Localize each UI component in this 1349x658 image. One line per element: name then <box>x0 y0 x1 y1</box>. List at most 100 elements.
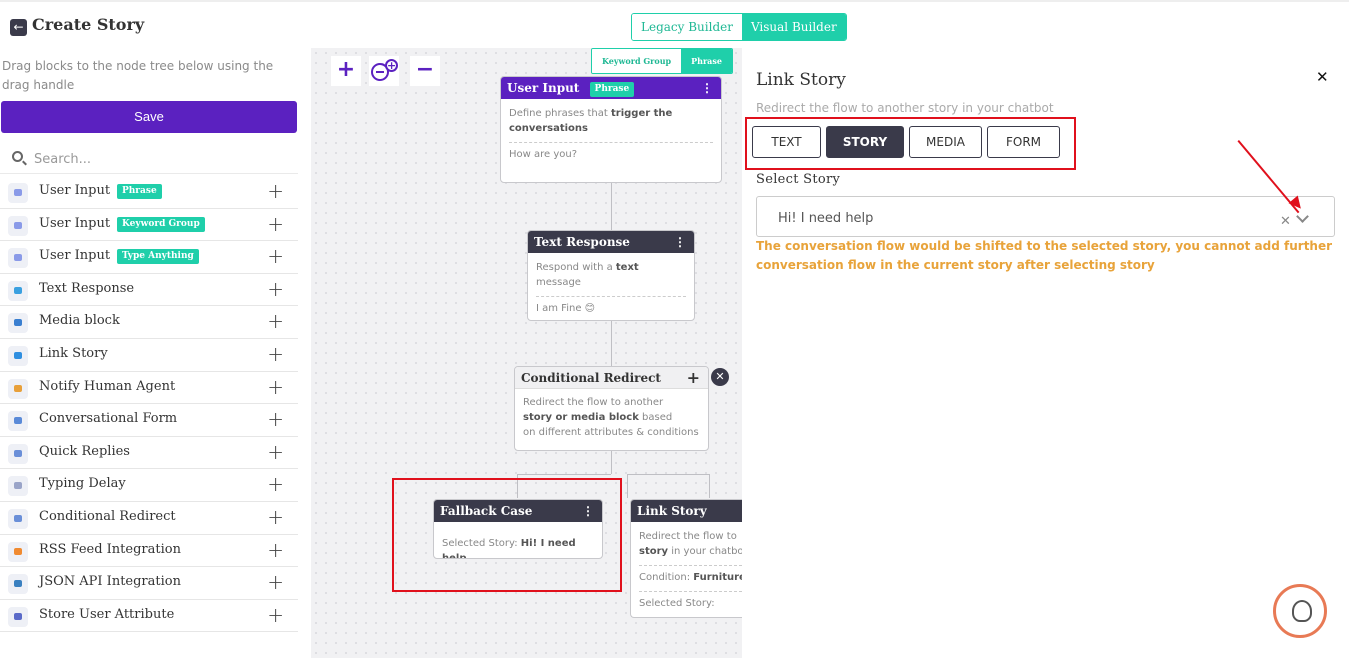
block-label: JSON API Integration <box>39 574 181 590</box>
connector-line <box>709 474 710 498</box>
block-label: User Input <box>39 215 111 231</box>
block-item-link-story[interactable]: Link Story + <box>0 339 298 372</box>
add-plus-icon[interactable]: + <box>267 309 284 333</box>
node-line: Redirect the flow to another <box>523 397 664 408</box>
zoom-add-icon: + <box>385 59 398 72</box>
user-input-node[interactable]: User Input Phrase ⋮ Define phrases that … <box>500 76 722 183</box>
node-title: Conditional Redirect <box>521 371 661 385</box>
flow-canvas[interactable]: + + − Keyword Group Phrase User Input Ph… <box>311 48 743 658</box>
close-icon[interactable]: ✕ <box>1316 68 1329 86</box>
node-description: Respond with a text message <box>536 262 639 288</box>
support-agent-icon[interactable] <box>1273 584 1327 638</box>
add-plus-icon[interactable]: + <box>687 367 700 389</box>
node-title: Text Response <box>534 235 630 249</box>
quick-replies-icon <box>8 443 28 464</box>
add-plus-icon[interactable]: + <box>267 277 284 301</box>
add-plus-icon[interactable]: + <box>267 244 284 268</box>
link-story-panel: Link Story ✕ Redirect the flow to anothe… <box>742 48 1349 658</box>
form-icon <box>8 411 28 432</box>
user-input-icon <box>8 215 28 236</box>
block-item-rss-feed[interactable]: RSS Feed Integration + <box>0 535 298 568</box>
text-response-node[interactable]: Text Response ⋮ Respond with a text mess… <box>527 230 695 321</box>
agent-icon <box>8 378 28 399</box>
block-label: Link Story <box>39 345 108 361</box>
node-message: I am Fine 😊 <box>536 303 596 314</box>
block-item-media[interactable]: Media block + <box>0 306 298 339</box>
node-tag: Phrase <box>589 82 635 97</box>
node-phrase: How are you? <box>509 149 578 160</box>
block-item-typing-delay[interactable]: Typing Delay + <box>0 469 298 502</box>
redirect-icon <box>8 508 28 529</box>
node-header: Link Story <box>631 500 743 522</box>
phrase-tab[interactable]: Phrase <box>681 49 732 73</box>
add-plus-icon[interactable]: + <box>267 505 284 529</box>
search-input[interactable] <box>34 148 284 170</box>
block-list: User Input Phrase + User Input Keyword G… <box>0 176 298 633</box>
select-story-dropdown[interactable]: Hi! I need help ✕ <box>756 196 1335 237</box>
builder-toggle: Legacy Builder Visual Builder <box>631 13 847 41</box>
add-plus-icon[interactable]: + <box>267 603 284 627</box>
search-icon <box>12 151 23 162</box>
zoom-in-button[interactable]: + <box>331 56 361 86</box>
select-story-value: Hi! I need help <box>778 211 874 226</box>
block-item-conversational-form[interactable]: Conversational Form + <box>0 404 298 437</box>
add-plus-icon[interactable]: + <box>267 407 284 431</box>
connector-line <box>611 182 612 230</box>
add-plus-icon[interactable]: + <box>267 570 284 594</box>
block-label: Notify Human Agent <box>39 378 176 394</box>
zoom-out-button[interactable]: − <box>410 56 440 86</box>
block-item-user-input-keyword[interactable]: User Input Keyword Group + <box>0 209 298 242</box>
add-plus-icon[interactable]: + <box>267 179 284 203</box>
annotation-box <box>392 478 622 592</box>
block-item-user-input-phrase[interactable]: User Input Phrase + <box>0 176 298 209</box>
keyword-group-tab[interactable]: Keyword Group <box>592 49 682 73</box>
connector-line <box>517 474 611 475</box>
block-item-json-api[interactable]: JSON API Integration + <box>0 567 298 600</box>
sidebar: Drag blocks to the node tree below using… <box>0 48 311 658</box>
user-input-icon <box>8 248 28 269</box>
block-item-conditional-redirect[interactable]: Conditional Redirect + <box>0 502 298 535</box>
block-label: Media block <box>39 313 120 329</box>
node-body: Respond with a text message I am Fine 😊 <box>528 253 694 320</box>
save-button[interactable]: Save <box>1 101 297 133</box>
more-options-icon[interactable]: ⋮ <box>674 231 686 253</box>
block-item-text-response[interactable]: Text Response + <box>0 274 298 307</box>
search-bar <box>0 144 298 174</box>
block-label: Text Response <box>39 280 135 296</box>
database-icon <box>8 606 28 627</box>
block-item-quick-replies[interactable]: Quick Replies + <box>0 437 298 470</box>
add-plus-icon[interactable]: + <box>267 440 284 464</box>
block-label: Typing Delay <box>39 476 126 492</box>
node-body: Define phrases that trigger the conversa… <box>501 99 721 169</box>
node-body: Redirect the flow to story in your chatb… <box>631 522 743 617</box>
panel-title: Link Story <box>756 70 846 90</box>
zoom-reset-button[interactable]: + <box>369 56 399 86</box>
block-label: Conditional Redirect <box>39 508 176 524</box>
add-plus-icon[interactable]: + <box>267 342 284 366</box>
add-plus-icon[interactable]: + <box>267 538 284 562</box>
clear-icon[interactable]: ✕ <box>1280 214 1291 229</box>
connector-line <box>627 474 709 475</box>
block-item-user-input-anything[interactable]: User Input Type Anything + <box>0 241 298 274</box>
add-plus-icon[interactable]: + <box>267 375 284 399</box>
close-icon[interactable]: ✕ <box>711 368 729 386</box>
block-item-notify-agent[interactable]: Notify Human Agent + <box>0 372 298 405</box>
connector-line <box>627 474 628 498</box>
more-options-icon[interactable]: ⋮ <box>701 77 713 99</box>
block-label: Store User Attribute <box>39 606 175 622</box>
node-title: User Input <box>507 81 580 95</box>
visual-builder-tab[interactable]: Visual Builder <box>741 14 846 40</box>
back-arrow-icon[interactable]: ← <box>10 19 27 36</box>
add-plus-icon[interactable]: + <box>267 472 284 496</box>
add-plus-icon[interactable]: + <box>267 212 284 236</box>
conditional-redirect-node[interactable]: Conditional Redirect + Redirect the flow… <box>514 366 709 451</box>
block-item-store-attribute[interactable]: Store User Attribute + <box>0 600 298 633</box>
block-label: User Input <box>39 248 111 264</box>
legacy-builder-tab[interactable]: Legacy Builder <box>632 14 742 40</box>
annotation-box <box>745 117 1076 170</box>
block-tag: Type Anything <box>117 249 199 265</box>
node-line: on different attributes & conditions <box>523 427 699 438</box>
media-icon <box>8 313 28 334</box>
link-story-node[interactable]: Link Story Redirect the flow to story in… <box>630 499 743 618</box>
input-type-toggle: Keyword Group Phrase <box>591 48 733 74</box>
